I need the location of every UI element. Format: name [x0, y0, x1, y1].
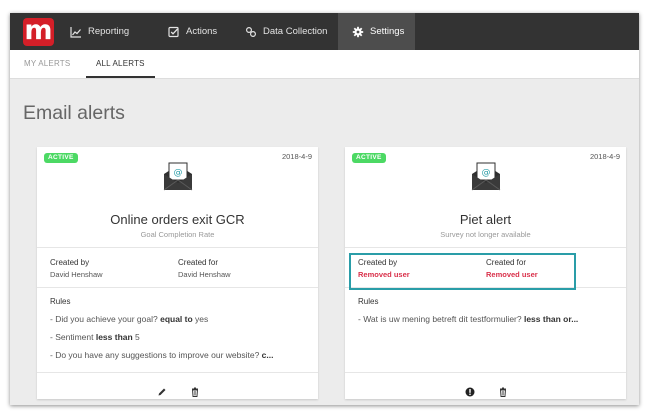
- rule-text: - Sentiment: [50, 332, 96, 342]
- rule-operator: equal to: [160, 314, 193, 324]
- rule-text: - Wat is uw mening betreft dit testformu…: [358, 314, 524, 324]
- divider: [37, 287, 318, 288]
- rule-value: 5: [132, 332, 140, 342]
- divider: [37, 372, 318, 373]
- alert-title: Online orders exit GCR: [110, 212, 245, 227]
- trash-icon[interactable]: [498, 387, 508, 397]
- nav-item-settings[interactable]: Settings: [338, 13, 415, 50]
- rule-operator: c...: [261, 350, 274, 360]
- pencil-icon[interactable]: [157, 387, 167, 397]
- top-navigation: m Reporting Actions Data Collection Sett: [10, 13, 639, 50]
- exclamation-circle-icon[interactable]: [465, 387, 475, 397]
- created-for-label: Created for: [178, 258, 219, 267]
- logo-letter: m: [24, 15, 53, 46]
- svg-text:@: @: [174, 168, 183, 178]
- status-badge: ACTIVE: [44, 153, 78, 163]
- email-envelope-icon: @: [163, 162, 193, 191]
- status-badge: ACTIVE: [352, 153, 386, 163]
- rule-operator: less than: [95, 332, 133, 342]
- alert-date: 2018-4-9: [281, 152, 312, 161]
- nav-label: Data Collection: [263, 26, 328, 37]
- rule-item: - Do you have any suggestions to improve…: [50, 350, 312, 360]
- rule-item: - Did you achieve your goal? equal to ye…: [50, 314, 312, 324]
- check-square-icon: [168, 26, 180, 38]
- email-envelope-icon: @: [471, 162, 501, 191]
- rules-label: Rules: [50, 297, 71, 306]
- created-for-value: David Henshaw: [178, 270, 231, 279]
- rule-item: - Wat is uw mening betreft dit testformu…: [358, 314, 620, 324]
- alerts-tabs: MY ALERTS ALL ALERTS: [10, 50, 639, 79]
- tab-my-alerts[interactable]: MY ALERTS: [24, 50, 70, 78]
- nav-item-actions[interactable]: Actions: [168, 13, 217, 50]
- brand-logo[interactable]: m: [23, 15, 54, 46]
- app-window: m Reporting Actions Data Collection Sett: [10, 13, 639, 405]
- page-title: Email alerts: [23, 102, 125, 124]
- rules-label: Rules: [358, 297, 379, 306]
- alert-title: Piet alert: [459, 212, 512, 227]
- rule-text: - Do you have any suggestions to improve…: [50, 350, 262, 360]
- rule-value: yes: [192, 314, 209, 324]
- alert-subtitle: Survey not longer available: [440, 230, 531, 239]
- nav-item-data-collection[interactable]: Data Collection: [245, 13, 327, 50]
- created-by-value: David Henshaw: [50, 270, 103, 279]
- chart-line-icon: [70, 26, 82, 38]
- nav-label: Reporting: [88, 26, 130, 37]
- svg-text:@: @: [482, 168, 491, 178]
- link-icon: [245, 26, 257, 38]
- alert-subtitle: Goal Completion Rate: [140, 230, 215, 239]
- alert-date: 2018-4-9: [589, 152, 620, 161]
- rule-text: - Did you achieve your goal?: [50, 314, 161, 324]
- highlight-box: [349, 253, 576, 290]
- divider: [345, 247, 626, 248]
- alert-card: ACTIVE 2018-4-9 @ Online orders exit GCR…: [37, 147, 318, 399]
- nav-label: Settings: [370, 26, 405, 37]
- divider: [345, 372, 626, 373]
- nav-label: Actions: [186, 26, 218, 37]
- rule-operator: less than or...: [523, 314, 579, 324]
- gear-icon: [352, 26, 364, 38]
- nav-item-reporting[interactable]: Reporting: [70, 13, 129, 50]
- tab-all-alerts[interactable]: ALL ALERTS: [86, 50, 155, 78]
- divider: [37, 247, 318, 248]
- created-by-label: Created by: [50, 258, 90, 267]
- rule-item: - Sentiment less than 5: [50, 332, 312, 342]
- trash-icon[interactable]: [190, 387, 200, 397]
